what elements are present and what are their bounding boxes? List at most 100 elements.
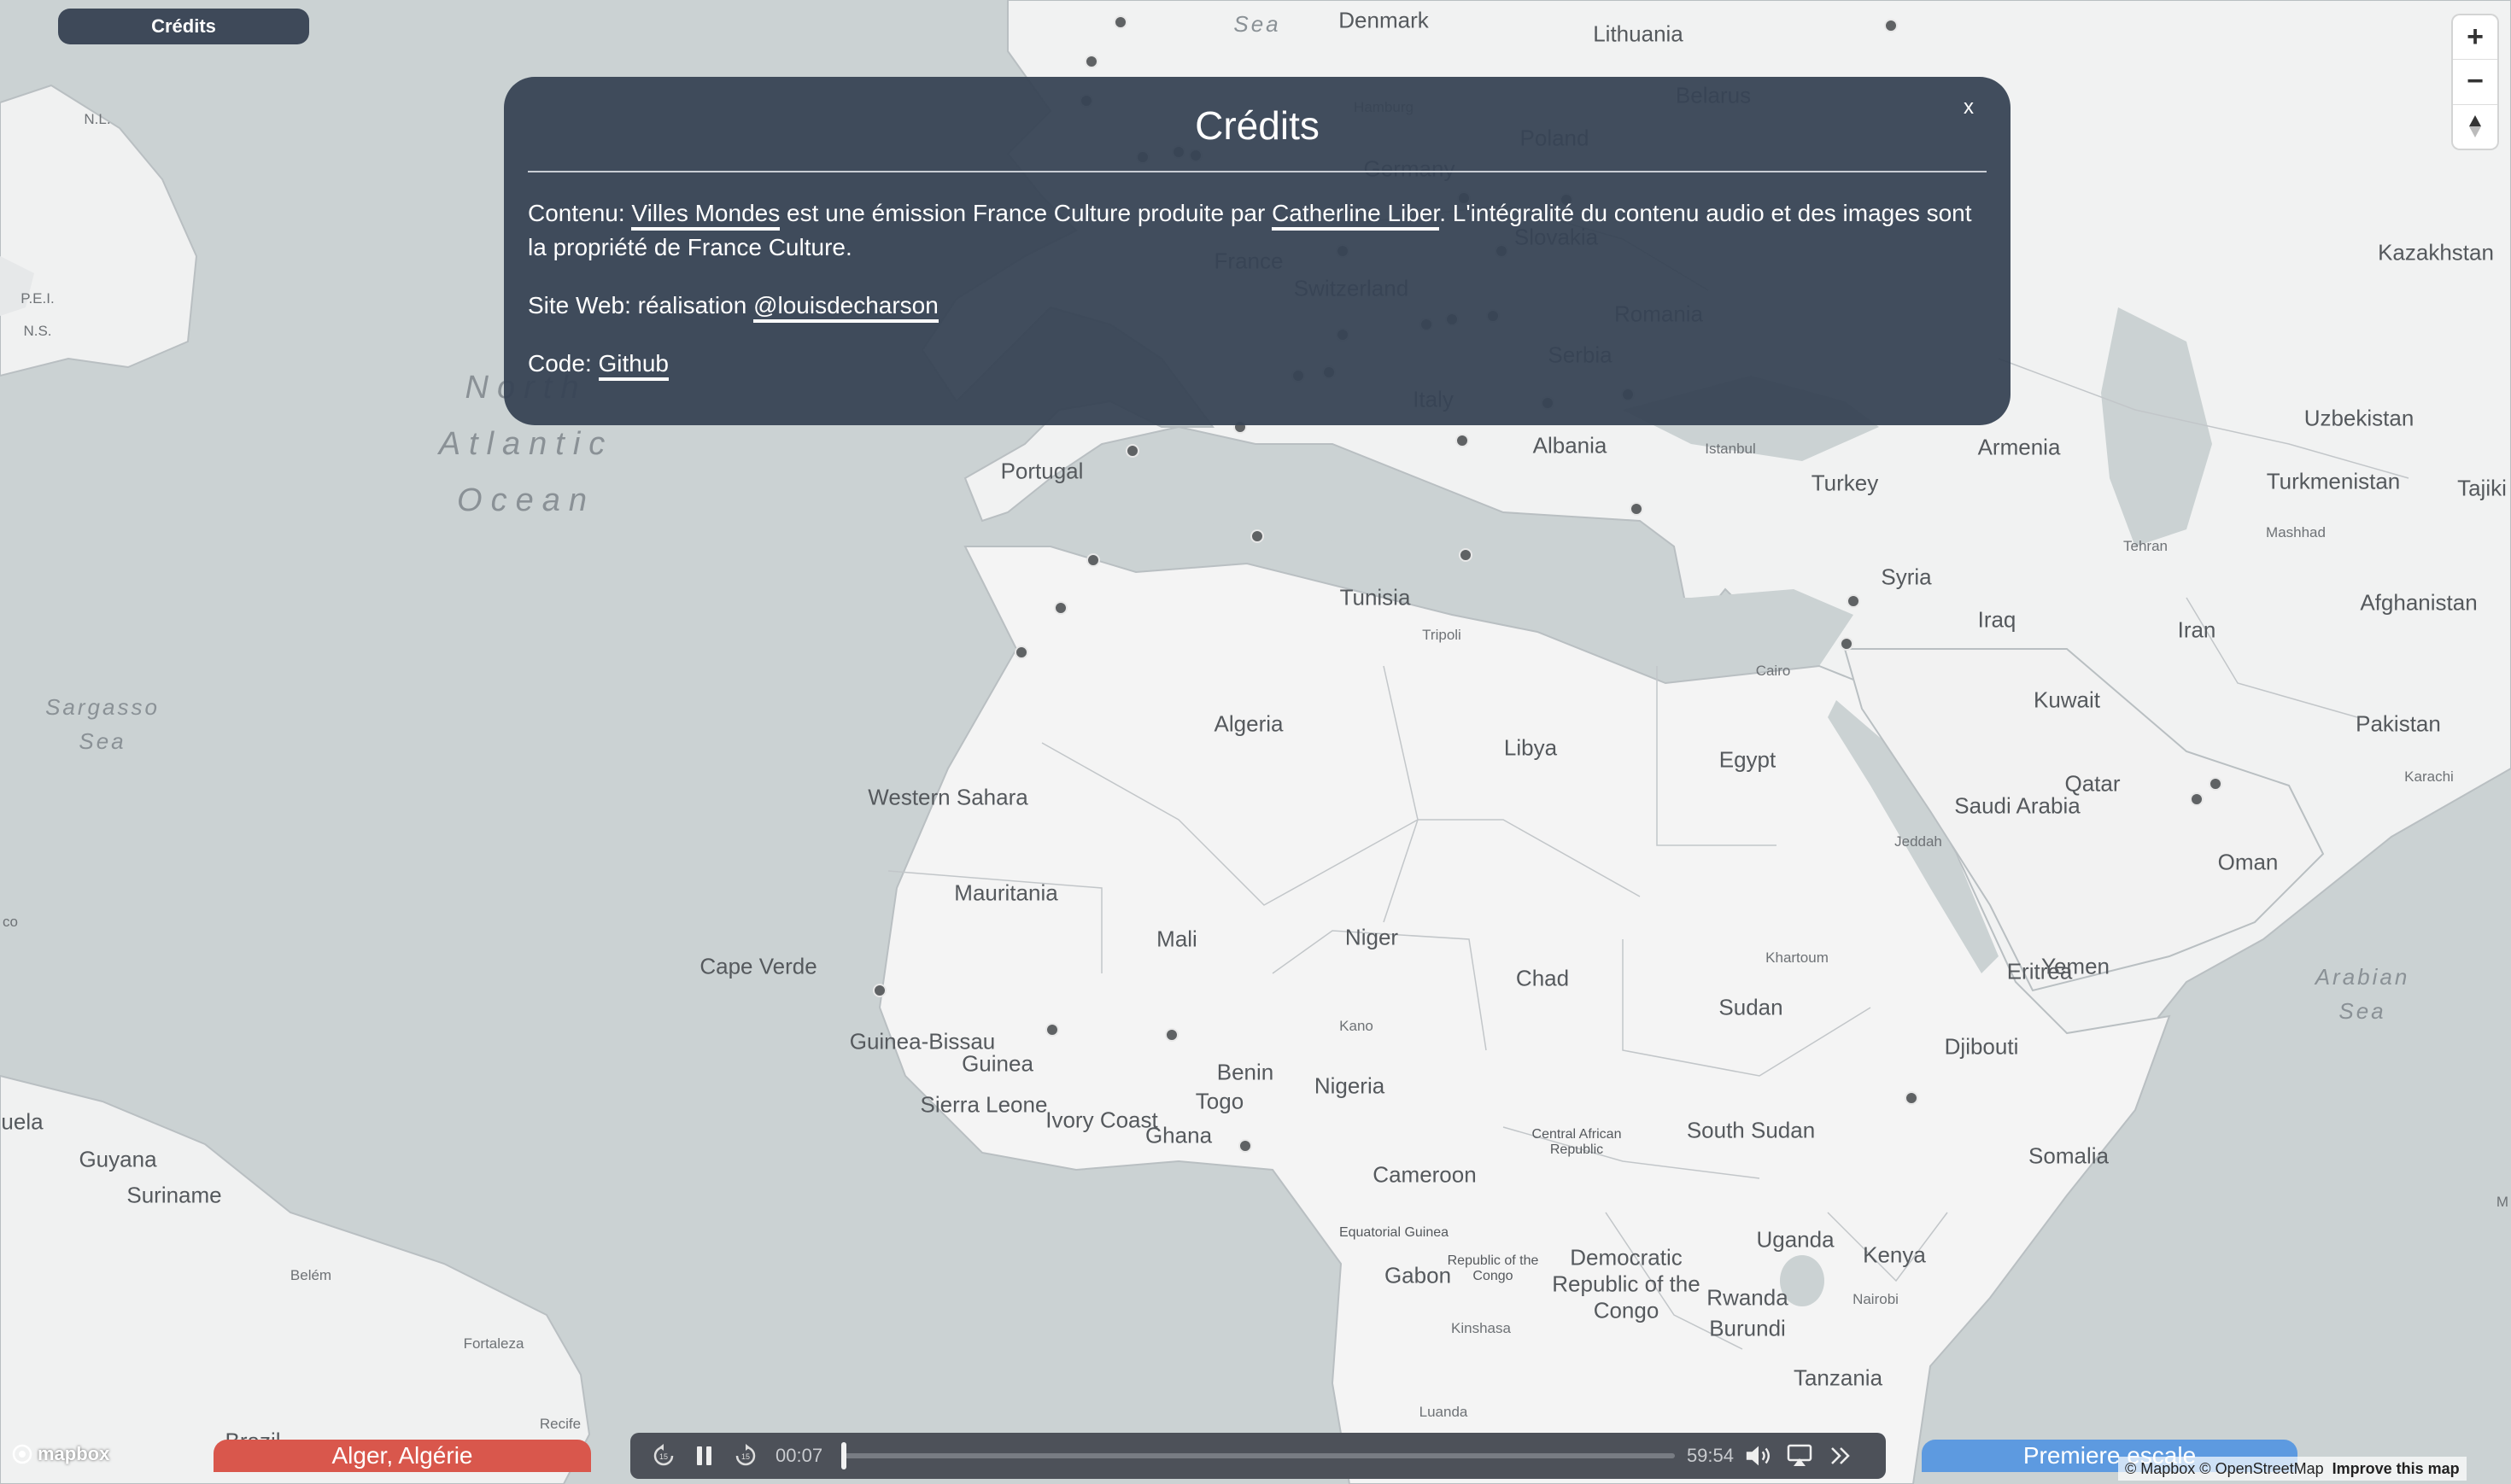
city-marker[interactable] [1054, 601, 1068, 615]
map-label-countries: Central African Republic [1531, 1127, 1622, 1157]
mapbox-logo-text: mapbox [38, 1443, 110, 1464]
map-label-countries: Cameroon [1373, 1161, 1477, 1188]
map-label-countries: Syria [1881, 564, 1932, 590]
map-label-countries: uela [1, 1108, 44, 1135]
map-label-countries: Afghanistan [2360, 589, 2478, 616]
map-label-countries: Tunisia [1339, 584, 1411, 611]
code-paragraph: Code: Github [528, 347, 1987, 381]
city-marker[interactable] [1847, 594, 1860, 608]
map-label-misc: P.E.I. [20, 290, 55, 307]
map-label-countries: Rwanda [1706, 1284, 1788, 1311]
map-label-countries: Guinea-Bissau [849, 1028, 996, 1055]
map-label-cities: Cairo [1755, 663, 1791, 679]
city-marker[interactable] [1045, 1023, 1059, 1037]
compass-button[interactable] [2453, 105, 2497, 149]
content-mid: est une émission France Culture produite… [780, 200, 1273, 226]
city-marker[interactable] [1250, 529, 1264, 543]
zoom-out-button[interactable]: − [2453, 60, 2497, 105]
author-link[interactable]: @louisdecharson [753, 292, 939, 323]
city-marker[interactable] [1459, 548, 1472, 562]
city-marker[interactable] [1840, 637, 1853, 651]
city-marker[interactable] [1630, 502, 1643, 516]
map-label-waters: Sea [1233, 11, 1281, 37]
map-label-countries: Turkey [1811, 470, 1879, 496]
map-label-countries: Tajiki [2457, 475, 2507, 501]
map-label-cities: Kinshasa [1451, 1320, 1511, 1336]
city-marker[interactable] [2190, 792, 2204, 806]
audio-player: 15 15 00:07 59:54 [630, 1433, 1886, 1479]
map-label-countries: Ivory Coast [1045, 1107, 1158, 1133]
map-label-cities: Istanbul [1705, 441, 1756, 457]
map-label-countries: Western Sahara [868, 784, 1028, 810]
map-label-cities: Tripoli [1422, 627, 1461, 643]
progress-handle[interactable] [841, 1442, 847, 1469]
map-label-cities: Luanda [1419, 1404, 1468, 1420]
city-marker[interactable] [1455, 434, 1469, 447]
map-label-countries: Uganda [1756, 1226, 1835, 1253]
map-label-countries: Nigeria [1314, 1072, 1385, 1099]
code-prefix: Code: [528, 350, 599, 377]
zoom-control: + − [2453, 15, 2497, 149]
improve-map-link[interactable]: Improve this map [2332, 1460, 2460, 1478]
city-marker[interactable] [2209, 777, 2222, 791]
map-label-countries: Republic of the Congo [1447, 1253, 1539, 1283]
airplay-icon [1787, 1444, 1812, 1466]
map-label-countries: Denmark [1338, 7, 1429, 33]
city-marker[interactable] [1238, 1139, 1252, 1153]
content-prefix: Contenu: [528, 200, 632, 226]
content-paragraph: Contenu: Villes Mondes est une émission … [528, 196, 1987, 265]
airplay-button[interactable] [1785, 1441, 1814, 1470]
city-marker[interactable] [1884, 19, 1898, 32]
volume-button[interactable] [1744, 1441, 1773, 1470]
map-label-countries: Somalia [2028, 1142, 2109, 1169]
map-label-countries: Kuwait [2033, 686, 2101, 713]
city-marker[interactable] [1126, 444, 1139, 458]
map-label-countries: Lithuania [1593, 20, 1683, 47]
map-label-misc: co [3, 914, 18, 930]
map-label-countries: Niger [1344, 924, 1399, 950]
producer-link[interactable]: Catherline Liber [1272, 200, 1440, 231]
rewind-button[interactable]: 15 [649, 1441, 678, 1470]
city-marker[interactable] [1114, 15, 1127, 29]
map-label-countries: Saudi Arabia [1954, 792, 2081, 819]
map-attribution: © Mapbox © OpenStreetMap Improve this ma… [2118, 1457, 2467, 1481]
city-marker[interactable] [1165, 1028, 1179, 1042]
modal-body: Contenu: Villes Mondes est une émission … [528, 196, 1987, 381]
map-label-countries: Burundi [1709, 1315, 1786, 1341]
villes-mondes-link[interactable]: Villes Mondes [631, 200, 781, 231]
city-marker[interactable] [873, 984, 887, 997]
attribution-copyright[interactable]: © Mapbox © OpenStreetMap [2125, 1460, 2324, 1478]
modal-title: Crédits [1195, 103, 1320, 148]
map-label-countries: Suriname [126, 1182, 222, 1208]
map-label-countries: Turkmenistan [2266, 468, 2401, 494]
next-track-button[interactable] [1826, 1441, 1855, 1470]
map-label-countries: Cape Verde [699, 953, 817, 979]
mapbox-logo[interactable]: mapbox [12, 1443, 109, 1465]
map-label-cities: Kano [1339, 1018, 1373, 1034]
compass-icon [2469, 115, 2481, 138]
map-label-countries: Egypt [1718, 746, 1776, 773]
map-label-countries: Armenia [1977, 434, 2061, 460]
github-link[interactable]: Github [598, 350, 669, 381]
pause-button[interactable] [690, 1441, 719, 1470]
map-label-waters: Arabian Sea [2315, 964, 2410, 1024]
mapbox-icon [12, 1444, 32, 1464]
map-label-cities: Tehran [2123, 538, 2168, 554]
progress-bar[interactable] [841, 1442, 1675, 1469]
city-marker[interactable] [1086, 553, 1100, 567]
map-label-countries: Albania [1532, 432, 1607, 459]
map-label-cities: Recife [539, 1416, 582, 1432]
credits-button[interactable]: Crédits [58, 9, 309, 44]
map-label-countries: Pakistan [2356, 710, 2441, 737]
map-label-countries: Libya [1503, 734, 1558, 761]
zoom-in-button[interactable]: + [2453, 15, 2497, 61]
forward-button[interactable]: 15 [731, 1441, 760, 1470]
city-marker[interactable] [1905, 1091, 1918, 1105]
city-marker[interactable] [1015, 646, 1028, 659]
modal-close-button[interactable]: x [1956, 91, 1981, 125]
rewind-15-icon: 15 [653, 1444, 674, 1466]
city-marker[interactable] [1085, 55, 1098, 68]
map-label-cities: Karachi [2404, 768, 2454, 785]
map-label-countries: Algeria [1214, 710, 1284, 737]
double-chevron-right-icon [1831, 1447, 1850, 1464]
